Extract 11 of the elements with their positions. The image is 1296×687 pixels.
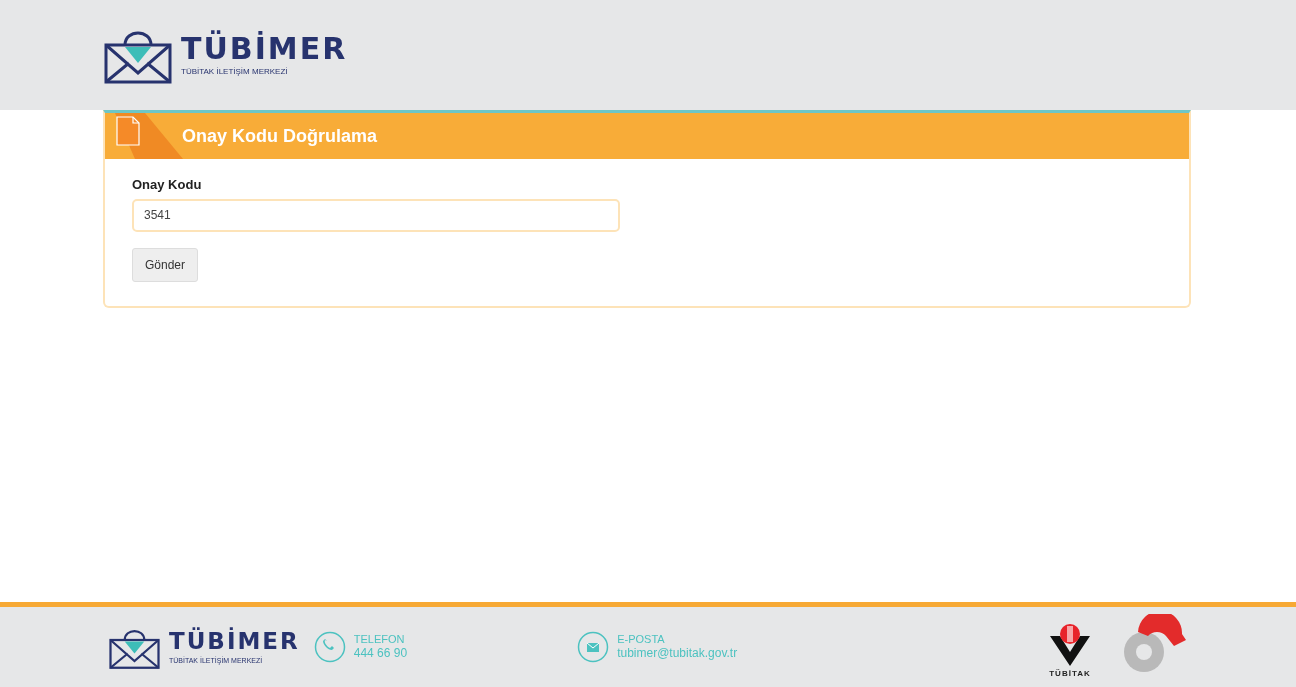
- contact-value: 444 66 90: [353, 645, 408, 662]
- emblem-caption: TÜBİTAK: [1049, 668, 1091, 680]
- logo-tagline: TÜBİTAK İLETİŞİM MERKEZİ: [181, 68, 289, 76]
- envelope-icon: [577, 631, 610, 663]
- contact-label: TELEFON: [353, 632, 406, 646]
- input-field[interactable]: 3541: [132, 198, 620, 232]
- contact-label: E-POSTA: [617, 632, 666, 646]
- phone-icon: [313, 631, 346, 663]
- panel-title: Onay Kodu Doğrulama: [182, 124, 378, 148]
- submit-button[interactable]: Gönder: [132, 247, 199, 282]
- field-label: Onay Kodu: [132, 176, 203, 194]
